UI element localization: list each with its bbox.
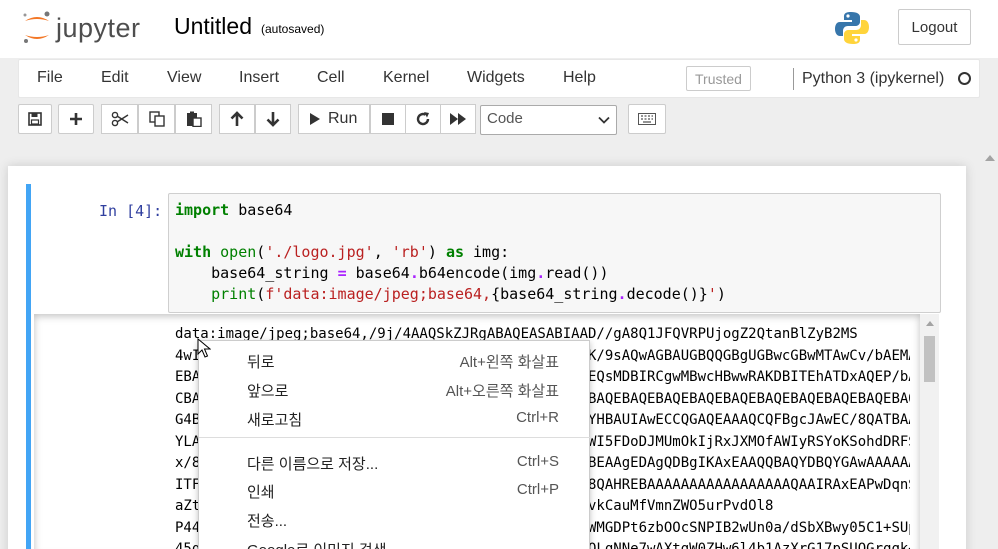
ctx-label: 새로고침 (247, 412, 303, 429)
save-button[interactable] (18, 104, 52, 134)
scissors-icon (111, 111, 128, 127)
ctx-item-save-as[interactable]: 다른 이름으로 저장... Ctrl+S (199, 448, 591, 477)
ctx-shortcut: Ctrl+P (516, 481, 559, 498)
scroll-up-icon[interactable] (926, 320, 934, 326)
ctx-label: 앞으로 (247, 383, 289, 400)
restart-icon (416, 112, 430, 126)
interrupt-button[interactable] (370, 104, 406, 134)
save-icon (28, 112, 42, 126)
menu-edit[interactable]: Edit (101, 69, 129, 87)
ctx-item-image-search[interactable]: Google로 이미지 검색 (199, 534, 591, 549)
cell-type-select[interactable]: Code (480, 105, 617, 135)
page-scrollbar[interactable] (981, 150, 998, 549)
menu-help[interactable]: Help (563, 69, 596, 87)
code-line: print(f'data:image/jpeg;base64,{base64_s… (211, 285, 726, 303)
menu-insert[interactable]: Insert (239, 69, 279, 87)
arrow-down-icon (266, 112, 280, 127)
autosave-status: (autosaved) (261, 22, 325, 36)
context-menu: 뒤로 Alt+왼쪽 화살표 앞으로 Alt+오른쪽 화살표 새로고침 Ctrl+… (198, 340, 591, 549)
ctx-item-send[interactable]: 전송... (199, 505, 591, 534)
arrow-up-icon (230, 111, 244, 126)
menu-cell[interactable]: Cell (317, 69, 345, 87)
chevron-down-icon (598, 116, 610, 124)
ctx-shortcut: Ctrl+R (516, 409, 559, 426)
ctx-label: 전송... (247, 513, 288, 530)
fast-forward-icon (450, 113, 466, 125)
ctx-shortcut: Alt+오른쪽 화살표 (445, 383, 559, 400)
paste-icon (186, 111, 202, 127)
ctx-label: 다른 이름으로 저장... (247, 456, 379, 473)
scrollbar-thumb[interactable] (924, 336, 935, 382)
menu-widgets[interactable]: Widgets (467, 69, 525, 87)
keyboard-icon (638, 113, 656, 125)
kernel-separator (793, 68, 794, 90)
menu-kernel[interactable]: Kernel (383, 69, 429, 87)
restart-button[interactable] (405, 104, 441, 134)
menu-file[interactable]: File (37, 69, 63, 87)
ctx-item-forward[interactable]: 앞으로 Alt+오른쪽 화살표 (199, 375, 591, 404)
copy-icon (148, 111, 165, 127)
run-label: Run (328, 110, 358, 127)
code-line: with open('./logo.jpg', 'rb') as img: (175, 243, 510, 261)
run-button[interactable]: Run (298, 104, 370, 134)
jupyter-logo[interactable]: jupyter (22, 10, 141, 46)
kernel-idle-icon (958, 72, 971, 85)
cell-type-value: Code (487, 110, 523, 127)
notebook-name[interactable]: Untitled (174, 13, 252, 40)
ctx-shortcut: Alt+왼쪽 화살표 (459, 354, 559, 371)
cut-button[interactable] (101, 104, 138, 134)
input-prompt: In [4]: (99, 202, 163, 220)
move-up-button[interactable] (219, 104, 255, 134)
ctx-label: 인쇄 (247, 484, 275, 501)
python-logo-icon (834, 10, 870, 51)
menubar: File Edit View Insert Cell Kernel Widget… (18, 59, 980, 98)
ctx-item-reload[interactable]: 새로고침 Ctrl+R (199, 404, 591, 433)
mouse-cursor-icon (197, 338, 211, 358)
scroll-up-icon[interactable] (985, 154, 995, 162)
play-icon (310, 113, 320, 125)
plus-icon (70, 113, 82, 125)
insert-cell-button[interactable] (58, 104, 94, 134)
ctx-shortcut: Ctrl+S (516, 453, 559, 470)
logout-button[interactable]: Logout (898, 9, 971, 45)
ctx-item-back[interactable]: 뒤로 Alt+왼쪽 화살표 (199, 346, 591, 375)
header: jupyter Untitled (autosaved) Logout (0, 0, 998, 58)
menu-view[interactable]: View (167, 69, 201, 87)
jupyter-logo-icon (23, 11, 50, 43)
code-line: base64_string = base64.b64encode(img.rea… (175, 264, 609, 282)
ctx-label: 뒤로 (247, 354, 275, 371)
kernel-name[interactable]: Python 3 (ipykernel) (802, 70, 944, 88)
ctx-item-print[interactable]: 인쇄 Ctrl+P (199, 476, 591, 505)
copy-button[interactable] (138, 104, 175, 134)
ctx-separator (199, 437, 591, 438)
ctx-label: Google로 이미지 검색 (247, 539, 387, 549)
code-line: import base64 (175, 201, 293, 219)
logo-text: jupyter (56, 12, 141, 43)
code-editor[interactable]: import base64 with open('./logo.jpg', 'r… (175, 200, 726, 305)
trusted-indicator[interactable]: Trusted (686, 66, 751, 91)
command-palette-button[interactable] (628, 104, 666, 134)
output-scrollbar[interactable] (920, 314, 939, 549)
paste-button[interactable] (175, 104, 212, 134)
restart-run-all-button[interactable] (440, 104, 476, 134)
stop-icon (382, 113, 394, 125)
move-down-button[interactable] (255, 104, 291, 134)
